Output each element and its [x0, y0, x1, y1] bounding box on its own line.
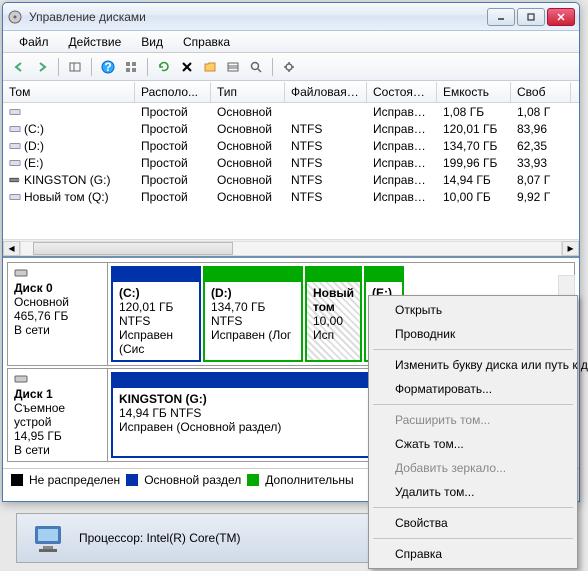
- column-headers[interactable]: Том Располо... Тип Файловая с... Состоян…: [3, 81, 579, 103]
- legend-extended-color: [247, 474, 259, 486]
- legend-unallocated-color: [11, 474, 23, 486]
- col-capacity[interactable]: Емкость: [437, 82, 511, 102]
- col-layout[interactable]: Располо...: [135, 82, 211, 102]
- delete-button[interactable]: [177, 57, 197, 77]
- ctx-help[interactable]: Справка: [371, 542, 575, 566]
- minimize-button[interactable]: [487, 8, 515, 26]
- volume-row[interactable]: (C:)ПростойОсновнойNTFSИсправен...120,01…: [3, 120, 579, 137]
- x-icon: [180, 60, 194, 74]
- ctx-shrink[interactable]: Сжать том...: [371, 432, 575, 456]
- settings-button[interactable]: [200, 57, 220, 77]
- arrow-left-icon: [12, 60, 26, 74]
- disk-1-label[interactable]: Диск 1 Съемное устрой 14,95 ГБ В сети: [8, 369, 108, 461]
- scroll-thumb[interactable]: [33, 242, 233, 255]
- volume-row[interactable]: ПростойОсновнойИсправен...1,08 ГБ1,08 Г: [3, 103, 579, 120]
- menu-action[interactable]: Действие: [59, 33, 132, 51]
- refresh-icon: [157, 60, 171, 74]
- ctx-properties[interactable]: Свойства: [371, 511, 575, 535]
- options-button[interactable]: [279, 57, 299, 77]
- search-icon: [249, 60, 263, 74]
- context-menu: Открыть Проводник Изменить букву диска и…: [368, 295, 578, 569]
- ctx-extend: Расширить том...: [371, 408, 575, 432]
- computer-icon: [29, 518, 69, 558]
- show-hide-button[interactable]: [65, 57, 85, 77]
- col-free[interactable]: Своб: [511, 82, 571, 102]
- volume-row[interactable]: (E:)ПростойОсновнойNTFSИсправен...199,96…: [3, 154, 579, 171]
- folder-icon: [203, 60, 217, 74]
- svg-text:?: ?: [104, 60, 111, 74]
- window-title: Управление дисками: [29, 10, 487, 24]
- grid-icon: [124, 60, 138, 74]
- ctx-open[interactable]: Открыть: [371, 298, 575, 322]
- ctx-delete[interactable]: Удалить том...: [371, 480, 575, 504]
- panel-icon: [68, 60, 82, 74]
- app-icon: [7, 9, 23, 25]
- partition-new-volume[interactable]: Новый том10,00Исп: [305, 266, 362, 362]
- menu-file[interactable]: Файл: [9, 33, 59, 51]
- cpu-info: Процессор: Intel(R) Core(TM): [79, 531, 241, 545]
- toolbar: ?: [3, 53, 579, 81]
- ctx-explorer[interactable]: Проводник: [371, 322, 575, 346]
- legend-extended: Дополнительны: [265, 473, 353, 487]
- ctx-format[interactable]: Форматировать...: [371, 377, 575, 401]
- list-button[interactable]: [223, 57, 243, 77]
- list-icon: [226, 60, 240, 74]
- col-tom[interactable]: Том: [3, 82, 135, 102]
- titlebar[interactable]: Управление дисками: [3, 3, 579, 31]
- help-icon: ?: [101, 60, 115, 74]
- close-button[interactable]: [547, 8, 575, 26]
- ctx-change-letter[interactable]: Изменить букву диска или путь к дис: [371, 353, 575, 377]
- volume-row[interactable]: Новый том (Q:)ПростойОсновнойNTFSИсправе…: [3, 188, 579, 205]
- col-type[interactable]: Тип: [211, 82, 285, 102]
- legend-unallocated: Не распределен: [29, 473, 120, 487]
- volume-list[interactable]: Том Располо... Тип Файловая с... Состоян…: [3, 81, 579, 239]
- gear-icon: [282, 60, 296, 74]
- partition-c[interactable]: (C:)120,01 ГБ NTFSИсправен (Сис: [111, 266, 201, 362]
- arrow-right-icon: [35, 60, 49, 74]
- maximize-button[interactable]: [517, 8, 545, 26]
- forward-button[interactable]: [32, 57, 52, 77]
- menu-help[interactable]: Справка: [173, 33, 240, 51]
- disk-0-label[interactable]: Диск 0 Основной 465,76 ГБ В сети: [8, 263, 108, 365]
- volume-row[interactable]: KINGSTON (G:)ПростойОсновнойNTFSИсправен…: [3, 171, 579, 188]
- disk-icon: [14, 374, 28, 384]
- scroll-right[interactable]: ▸: [562, 241, 579, 256]
- volume-row[interactable]: (D:)ПростойОсновнойNTFSИсправен...134,70…: [3, 137, 579, 154]
- properties-button[interactable]: [121, 57, 141, 77]
- partition-d-selected[interactable]: (D:)134,70 ГБ NTFSИсправен (Лог: [203, 266, 303, 362]
- disk-icon: [14, 268, 28, 278]
- legend-primary: Основной раздел: [144, 473, 241, 487]
- ctx-mirror: Добавить зеркало...: [371, 456, 575, 480]
- find-button[interactable]: [246, 57, 266, 77]
- col-status[interactable]: Состояние: [367, 82, 437, 102]
- help-button[interactable]: ?: [98, 57, 118, 77]
- menubar: Файл Действие Вид Справка: [3, 31, 579, 53]
- scroll-left[interactable]: ◂: [3, 241, 20, 256]
- col-fs[interactable]: Файловая с...: [285, 82, 367, 102]
- legend-primary-color: [126, 474, 138, 486]
- refresh-button[interactable]: [154, 57, 174, 77]
- menu-view[interactable]: Вид: [131, 33, 173, 51]
- horizontal-scrollbar[interactable]: ◂ ▸: [3, 239, 579, 256]
- back-button[interactable]: [9, 57, 29, 77]
